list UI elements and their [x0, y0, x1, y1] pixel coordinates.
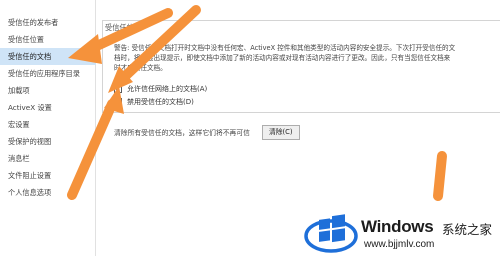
disable-trusted-documents-label[interactable]: 禁用受信任的文档(D): [127, 97, 194, 107]
disable-trusted-documents-checkbox[interactable]: [114, 97, 122, 106]
trusted-documents-pane: 受信任的文 警告: 受信任的文档打开时文档中没有任何宏、ActiveX 控件和其…: [97, 0, 500, 256]
sidebar-item-trusted-app-catalogs[interactable]: 受信任的应用程序目录: [0, 65, 96, 82]
sidebar-item-file-block-settings[interactable]: 文件阻止设置: [0, 167, 96, 184]
warning-text: 警告: 受信任的文档打开时文档中没有任何宏、ActiveX 控件和其他类型的活动…: [114, 43, 500, 73]
disable-trusted-documents-option[interactable]: 禁用受信任的文档(D): [114, 96, 194, 107]
sidebar-item-protected-view[interactable]: 受保护的视图: [0, 133, 96, 150]
trust-center-sidebar: 受信任的发布者 受信任位置 受信任的文档 受信任的应用程序目录 加载项 Acti…: [0, 0, 96, 256]
sidebar-item-macro-settings[interactable]: 宏设置: [0, 116, 96, 133]
sidebar-item-privacy-options[interactable]: 个人信息选项: [0, 184, 96, 201]
sidebar-item-trusted-locations[interactable]: 受信任位置: [0, 31, 96, 48]
sidebar-item-add-ins[interactable]: 加载项: [0, 82, 96, 99]
clear-trusted-description: 清除所有受信任的文档，这样它们将不再可信: [114, 129, 250, 137]
allow-network-documents-label[interactable]: 允许信任网络上的文档(A): [127, 84, 207, 94]
allow-network-documents-checkbox[interactable]: ✓: [114, 84, 122, 93]
sidebar-item-message-bar[interactable]: 消息栏: [0, 150, 96, 167]
warning-line: 警告: 受信任的文档打开时文档中没有任何宏、ActiveX 控件和其他类型的活动…: [114, 44, 456, 52]
sidebar-item-trusted-publishers[interactable]: 受信任的发布者: [0, 14, 96, 31]
sidebar-item-trusted-documents[interactable]: 受信任的文档: [0, 48, 96, 65]
warning-line: 档时，将不会出现提示，即使文档中添加了新的活动内容或对现有活动内容进行了更改。因…: [114, 54, 451, 62]
sidebar-item-activex-settings[interactable]: ActiveX 设置: [0, 99, 96, 116]
clear-button[interactable]: 清除(C): [261, 124, 300, 140]
clear-trusted-row: 清除所有受信任的文档，这样它们将不再可信 清除(C): [114, 124, 300, 140]
allow-network-documents-option[interactable]: ✓ 允许信任网络上的文档(A): [114, 83, 207, 94]
group-title: 受信任的文: [103, 23, 143, 33]
warning-line: 时才应信任文档。: [114, 64, 167, 72]
